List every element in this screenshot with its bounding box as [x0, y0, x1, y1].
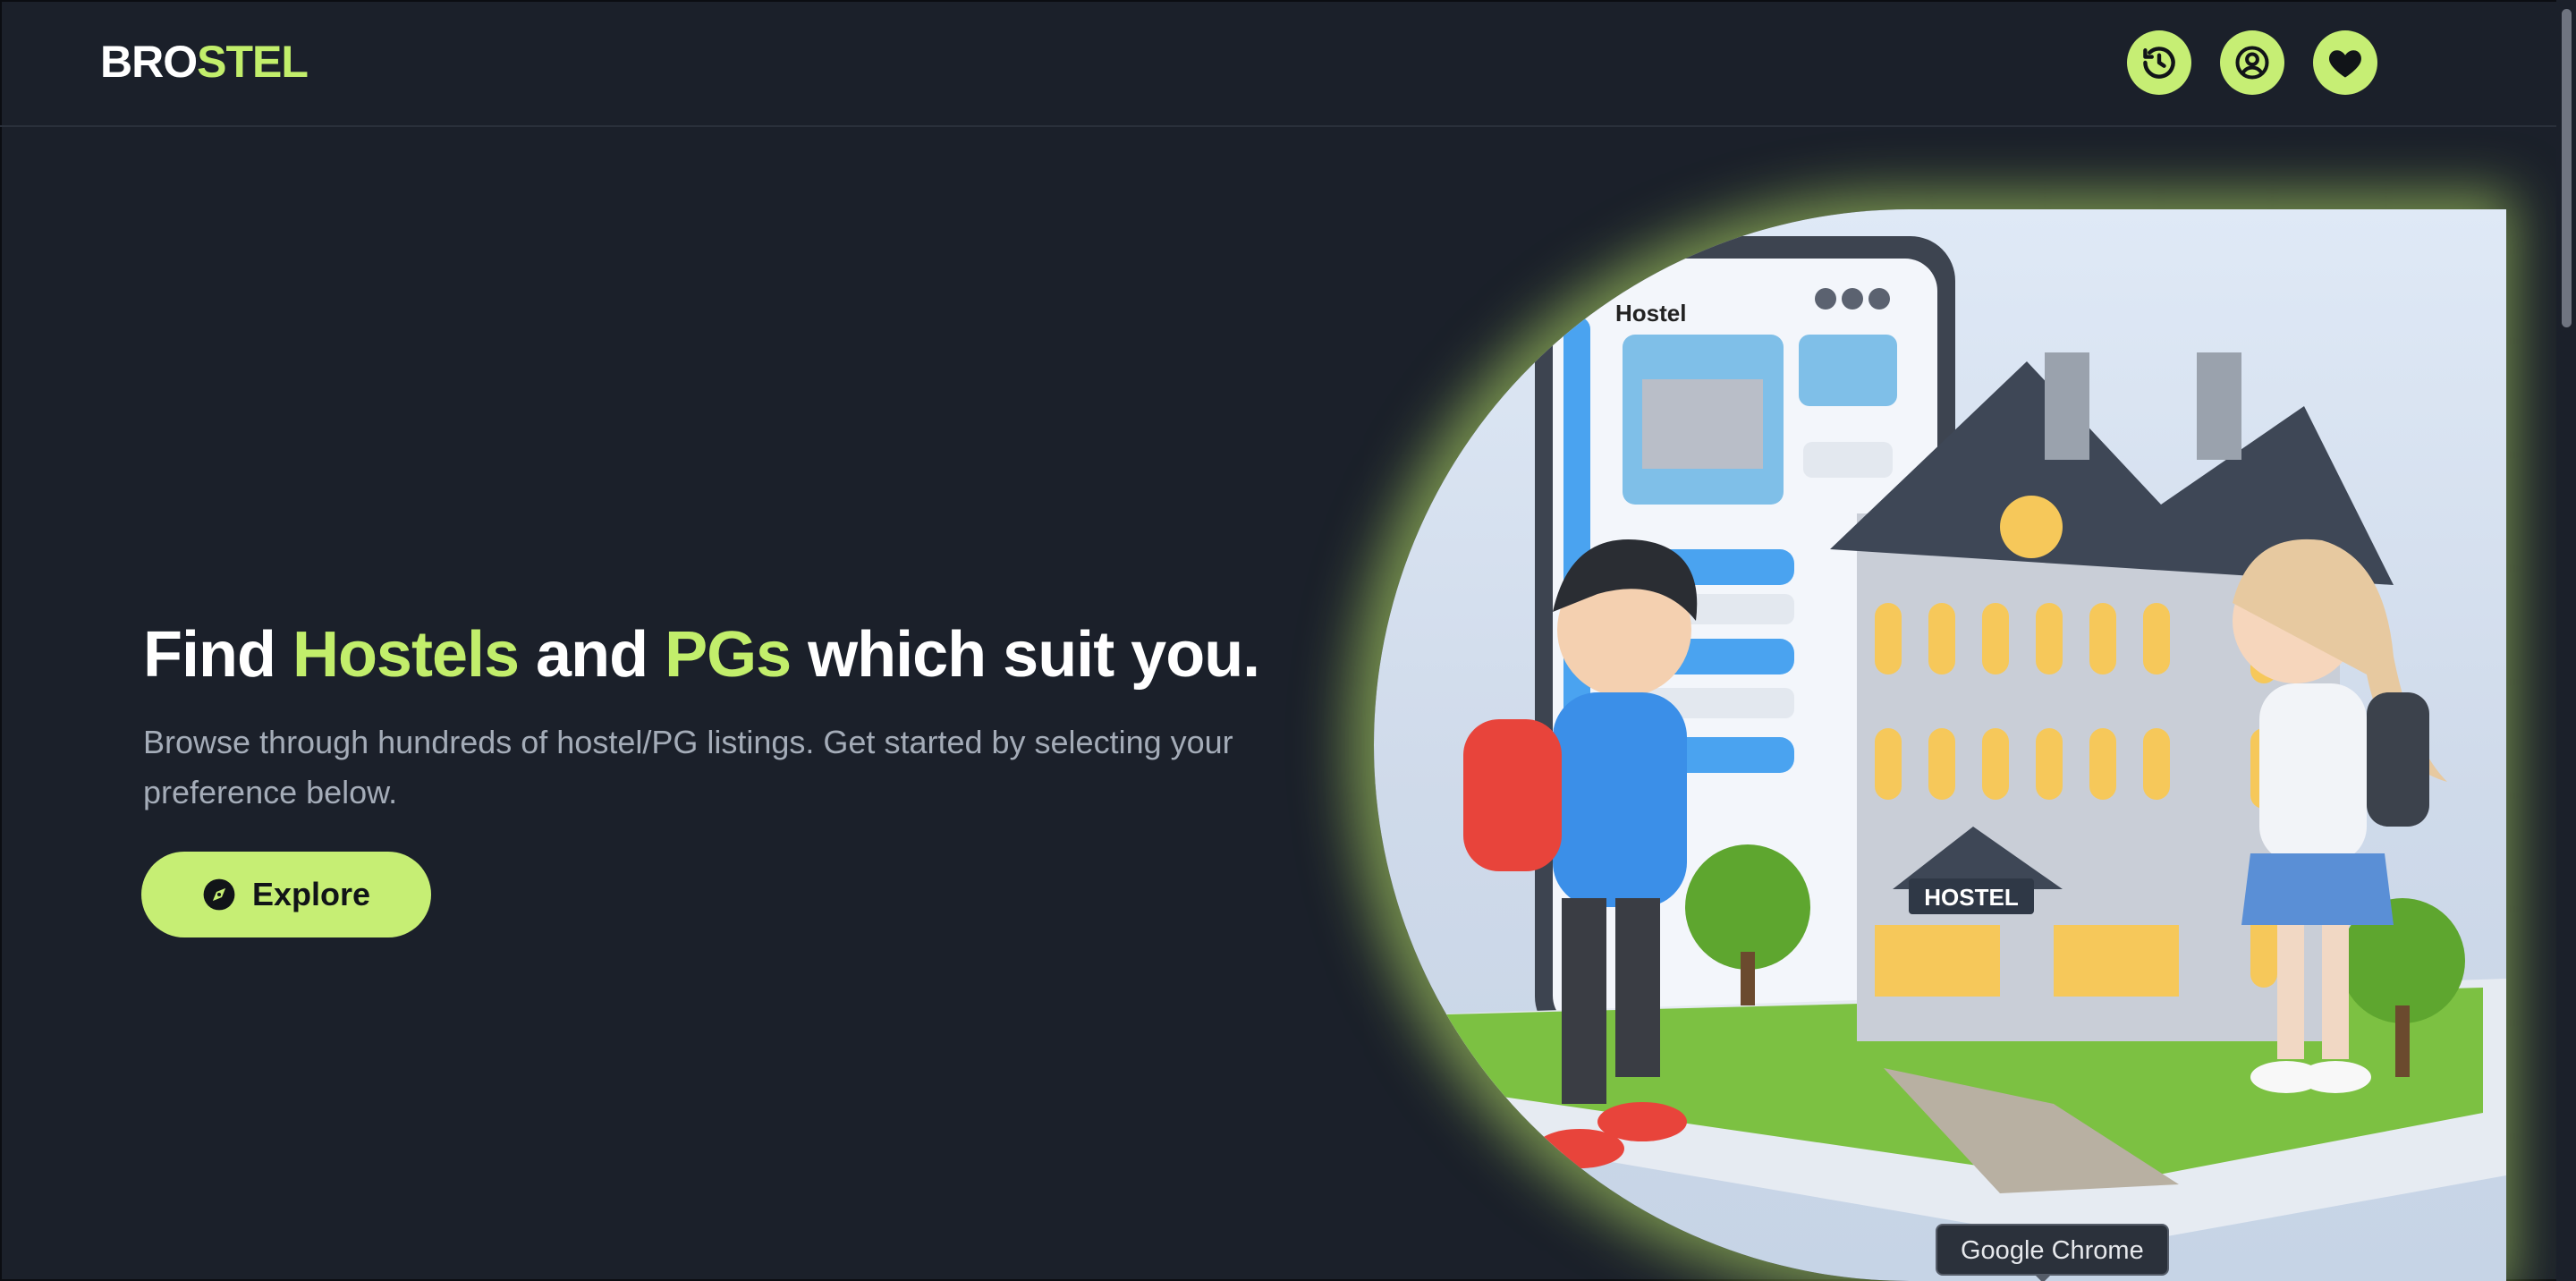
favorites-button[interactable] — [2313, 30, 2377, 95]
user-circle-icon — [2235, 46, 2269, 80]
explore-label: Explore — [251, 876, 371, 912]
hero-section: Find Hostels and PGs which suit you. Bro… — [143, 617, 1306, 818]
title-hostels: Hostels — [292, 619, 520, 691]
tooltip-arrow — [2034, 1274, 2052, 1281]
profile-button[interactable] — [2220, 30, 2284, 95]
history-icon — [2143, 47, 2175, 79]
heart-icon — [2329, 50, 2361, 78]
top-navbar: BROSTEL — [0, 0, 2576, 127]
browser-tooltip: Google Chrome — [1936, 1224, 2169, 1276]
history-button[interactable] — [2127, 30, 2191, 95]
building-sign: HOSTEL — [1924, 884, 2019, 911]
logo-text-stel: STEL — [197, 37, 309, 87]
logo-text-bro: BRO — [100, 37, 198, 87]
title-and: and — [519, 619, 665, 691]
page-scrollbar[interactable] — [2556, 0, 2576, 1281]
brand-logo[interactable]: BROSTEL — [100, 36, 309, 88]
title-pgs: PGs — [665, 619, 792, 691]
title-find: Find — [143, 619, 292, 691]
scrollbar-thumb[interactable] — [2562, 9, 2572, 327]
hero-illustration: Hostel HOSTEL — [1374, 209, 2506, 1281]
hero-title: Find Hostels and PGs which suit you. — [143, 617, 1306, 692]
explore-button[interactable]: Explore — [141, 852, 431, 937]
app-title: Hostel — [1615, 300, 1686, 327]
hero-subtitle: Browse through hundreds of hostel/PG lis… — [143, 724, 1233, 810]
compass-icon — [203, 878, 235, 911]
title-rest: which suit you. — [791, 619, 1260, 691]
hostel-illustration-art: Hostel HOSTEL — [1428, 236, 2506, 1247]
nav-icon-group — [2127, 30, 2377, 95]
